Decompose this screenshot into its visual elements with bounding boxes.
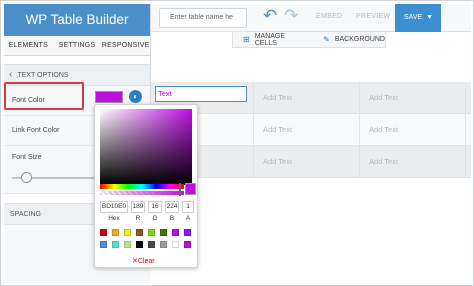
preset-swatch[interactable]: [112, 229, 119, 236]
table-cell[interactable]: Add Text: [360, 82, 466, 113]
preset-swatch[interactable]: [136, 229, 143, 236]
clear-button[interactable]: ✕Clear: [132, 257, 155, 265]
a-label: A: [185, 215, 191, 222]
g-input[interactable]: 16: [148, 201, 162, 213]
table-cell[interactable]: Add Text: [254, 146, 360, 177]
table-cell[interactable]: Add Text: [254, 82, 360, 113]
preset-swatch[interactable]: [184, 241, 191, 248]
preset-swatch[interactable]: [160, 229, 167, 236]
hex-label: Hex: [108, 215, 120, 222]
font-color-highlight: [4, 82, 84, 110]
color-picker-popup: BD10E0 189 16 224 1 Hex R G B A ✕Clear: [94, 104, 198, 268]
preset-swatch[interactable]: [136, 241, 143, 248]
embed-button[interactable]: EMBED: [316, 13, 342, 20]
font-color-swatch[interactable]: [95, 91, 123, 103]
saturation-area[interactable]: [100, 109, 192, 185]
manage-cells-label: MANAGE CELLS: [254, 32, 286, 47]
table-cell[interactable]: Add Text: [360, 146, 466, 177]
table-cell[interactable]: Add Text: [360, 114, 466, 145]
r-input[interactable]: 189: [131, 201, 145, 213]
spacing-title: SPACING: [10, 211, 41, 218]
a-input[interactable]: 1: [182, 201, 194, 213]
g-label: G: [152, 215, 158, 222]
b-label: B: [169, 215, 175, 222]
tab-responsive[interactable]: RESPONSIVE: [101, 36, 150, 55]
save-label: SAVE: [404, 14, 423, 21]
redo-icon[interactable]: ↷: [284, 7, 298, 24]
preset-swatch[interactable]: [124, 229, 131, 236]
current-color-preview: [185, 183, 196, 195]
preset-swatch[interactable]: [184, 229, 191, 236]
background-label: BACKGROUND: [334, 36, 385, 43]
clear-label: Clear: [137, 258, 155, 265]
preset-swatch[interactable]: [148, 229, 155, 236]
sidebar-tabs: ELEMENTS SETTINGS RESPONSIVE: [4, 36, 150, 56]
font-size-slider-handle[interactable]: [21, 172, 32, 183]
table-cell[interactable]: Add Text: [254, 114, 360, 145]
table-row: Add Text Add Text: [151, 114, 471, 146]
hex-input[interactable]: BD10E0: [100, 201, 128, 213]
hue-handle[interactable]: [179, 183, 181, 190]
tab-settings[interactable]: SETTINGS: [53, 36, 102, 55]
tab-elements[interactable]: ELEMENTS: [4, 36, 53, 55]
preset-swatch[interactable]: [100, 241, 107, 248]
cell-toolbar: ⊞ MANAGE CELLS ✎ BACKGROUND: [232, 32, 386, 48]
background-button[interactable]: ✎ BACKGROUND: [323, 35, 385, 44]
text-options-title: TEXT OPTIONS: [17, 71, 69, 79]
link-font-color-label: Link Font Color: [12, 127, 60, 134]
preset-swatch[interactable]: [172, 241, 179, 248]
table-row: Add Text Add Text: [151, 146, 471, 178]
save-button[interactable]: SAVE ▼: [395, 4, 441, 32]
b-input[interactable]: 224: [165, 201, 179, 213]
preview-button[interactable]: PREVIEW: [356, 13, 390, 20]
font-size-label: Font Size: [12, 154, 42, 161]
preset-swatch[interactable]: [112, 241, 119, 248]
editing-cell[interactable]: Text: [155, 86, 247, 102]
grid-icon: ⊞: [243, 35, 250, 44]
preset-swatch[interactable]: [148, 241, 155, 248]
chevron-left-icon: ‹: [9, 69, 13, 80]
alpha-slider[interactable]: [100, 191, 184, 195]
paint-brush-icon: ✎: [323, 35, 330, 44]
preset-swatch[interactable]: [124, 241, 131, 248]
alpha-handle[interactable]: [179, 190, 181, 196]
hue-slider[interactable]: [100, 184, 184, 189]
table-name-input[interactable]: Enter table name he: [159, 8, 247, 28]
preset-swatch[interactable]: [100, 229, 107, 236]
r-label: R: [135, 215, 141, 222]
app-title: WP Table Builder: [4, 4, 150, 36]
preset-swatch[interactable]: [160, 241, 167, 248]
preset-swatch[interactable]: [172, 229, 179, 236]
undo-icon[interactable]: ↶: [263, 7, 277, 24]
manage-cells-button[interactable]: ⊞ MANAGE CELLS: [243, 33, 309, 47]
caret-down-icon: ▼: [426, 14, 434, 21]
palette-icon[interactable]: ◐: [129, 90, 142, 103]
